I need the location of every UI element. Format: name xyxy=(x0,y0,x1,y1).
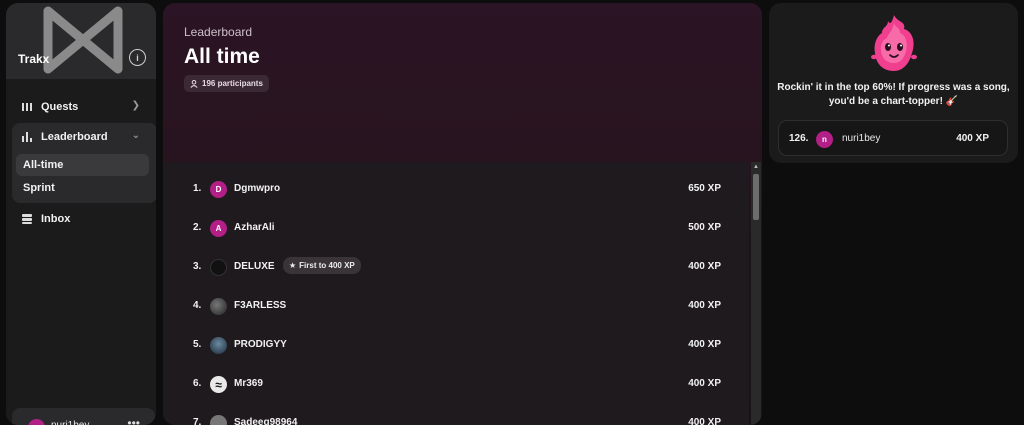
player-name: AzharAli xyxy=(234,222,275,233)
xp-value: 400 XP xyxy=(688,378,721,389)
breadcrumb: Leaderboard xyxy=(184,25,253,39)
participants-badge: 196 participants xyxy=(184,75,269,92)
table-row[interactable]: 1. D Dgmwpro 650 XP xyxy=(163,170,749,209)
player-name: PRODIGYY xyxy=(234,339,287,350)
table-row[interactable]: 7. Sadeeq98964 400 XP xyxy=(163,404,749,425)
avatar xyxy=(210,415,227,425)
achievement-badge: ★ First to 400 XP xyxy=(283,257,361,274)
sidebar-item-label: Quests xyxy=(41,101,79,113)
user-icon xyxy=(190,79,198,88)
leaderboard-list: 1. D Dgmwpro 650 XP 2. A AzharAli 500 XP… xyxy=(163,162,749,425)
scrollbar-thumb[interactable] xyxy=(753,174,759,220)
brand-header: Trakx i xyxy=(6,3,156,79)
rank: 2. xyxy=(193,222,202,233)
star-icon: ★ xyxy=(289,261,297,270)
table-row[interactable]: 3. DELUXE ★ First to 400 XP 400 XP xyxy=(163,248,749,287)
sidebar-item-label: Inbox xyxy=(41,213,71,225)
scrollbar[interactable]: ▲ xyxy=(751,162,761,425)
rank: 126. xyxy=(789,133,809,144)
leaderboard-panel: Leaderboard All time 196 participants 1.… xyxy=(163,3,762,425)
inbox-icon xyxy=(22,214,32,224)
leaderboard-icon xyxy=(22,132,32,142)
table-row[interactable]: 6. Mr369 400 XP xyxy=(163,365,749,404)
rank: 5. xyxy=(193,339,202,350)
sidebar-subitem-label: Sprint xyxy=(23,182,55,194)
player-name: F3ARLESS xyxy=(234,300,287,311)
badge-label: First to 400 XP xyxy=(299,261,355,270)
rank: 1. xyxy=(193,183,202,194)
rank: 6. xyxy=(193,378,202,389)
player-name: Mr369 xyxy=(234,378,263,389)
avatar: n xyxy=(816,131,833,148)
sidebar-subitem-label: All-time xyxy=(23,159,64,171)
table-row[interactable]: 5. PRODIGYY 400 XP xyxy=(163,326,749,365)
xp-value: 400 XP xyxy=(956,133,989,144)
current-user-name: nuri1bey xyxy=(51,420,89,425)
xp-value: 400 XP xyxy=(688,300,721,311)
sidebar-item-inbox[interactable]: Inbox xyxy=(12,207,150,231)
avatar: A xyxy=(210,220,227,237)
sidebar-item-leaderboard[interactable]: Leaderboard ⌄ xyxy=(12,125,150,149)
rank: 4. xyxy=(193,300,202,311)
avatar: n xyxy=(28,419,45,425)
page-title: All time xyxy=(184,45,260,68)
xp-value: 400 XP xyxy=(688,417,721,425)
participants-count: 196 participants xyxy=(202,79,263,88)
sidebar-item-quests[interactable]: Quests ❯ xyxy=(12,95,150,119)
avatar xyxy=(210,298,227,315)
player-name: Sadeeq98964 xyxy=(234,417,298,425)
xp-value: 650 XP xyxy=(688,183,721,194)
avatar xyxy=(210,337,227,354)
player-name: DELUXE xyxy=(234,261,275,272)
avatar: D xyxy=(210,181,227,198)
current-user-rank-row[interactable]: 126. n nuri1bey 400 XP xyxy=(778,120,1008,156)
table-row[interactable]: 4. F3ARLESS 400 XP xyxy=(163,287,749,326)
trakx-logo-icon xyxy=(43,6,123,74)
avatar xyxy=(210,376,227,393)
rank: 3. xyxy=(193,261,202,272)
xp-value: 500 XP xyxy=(688,222,721,233)
table-row[interactable]: 2. A AzharAli 500 XP xyxy=(163,209,749,248)
sidebar-subitem-all-time[interactable]: All-time xyxy=(16,154,149,176)
flame-mascot-icon xyxy=(871,15,917,71)
rank-message: Rockin' it in the top 60%! If progress w… xyxy=(777,82,1010,107)
chevron-down-icon: ⌄ xyxy=(131,130,140,141)
sidebar-item-label: Leaderboard xyxy=(41,131,108,143)
rank: 7. xyxy=(193,417,202,425)
chevron-right-icon: ❯ xyxy=(131,100,140,111)
app-name: Trakx xyxy=(18,52,50,66)
rank-summary-card: Rockin' it in the top 60%! If progress w… xyxy=(769,3,1018,163)
xp-value: 400 XP xyxy=(688,339,721,350)
xp-value: 400 XP xyxy=(688,261,721,272)
player-name: nuri1bey xyxy=(842,133,881,144)
quests-icon xyxy=(22,103,32,111)
more-options-icon[interactable]: ••• xyxy=(127,416,140,425)
player-name: Dgmwpro xyxy=(234,183,281,194)
info-icon[interactable]: i xyxy=(129,49,146,66)
avatar xyxy=(210,259,227,276)
sidebar-subitem-sprint[interactable]: Sprint xyxy=(16,177,149,199)
current-user-row[interactable]: n nuri1bey ••• xyxy=(12,408,155,425)
sidebar: Trakx i Quests ❯ Leaderboard ⌄ All-time … xyxy=(6,3,156,425)
scroll-up-icon[interactable]: ▲ xyxy=(752,163,760,171)
